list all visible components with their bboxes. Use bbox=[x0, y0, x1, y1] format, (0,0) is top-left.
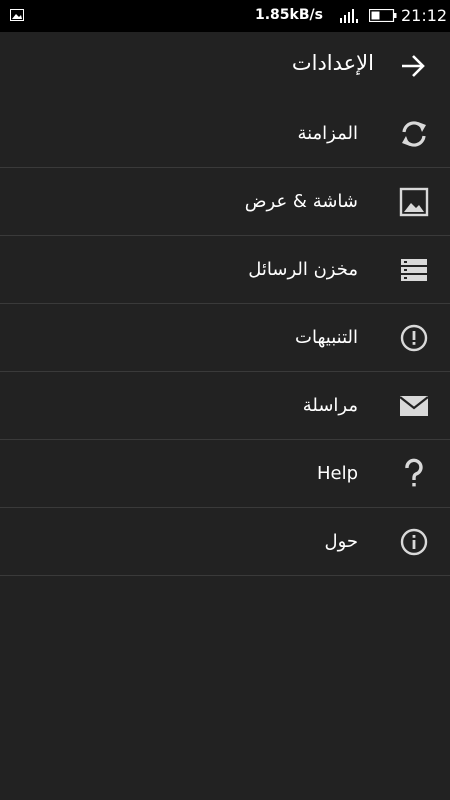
settings-item-sync[interactable]: المزامنة bbox=[0, 100, 450, 168]
network-speed: 1.85kB/s bbox=[255, 7, 323, 23]
sync-icon bbox=[396, 117, 432, 151]
settings-item-about[interactable]: حول bbox=[0, 508, 450, 576]
help-icon bbox=[396, 457, 432, 491]
settings-item-label: حول bbox=[324, 531, 358, 552]
clock: 21:12 bbox=[401, 6, 448, 25]
settings-item-display[interactable]: شاشة & عرض bbox=[0, 168, 450, 236]
mail-icon bbox=[396, 389, 432, 423]
status-bar: 1.85kB/s 21:12 bbox=[0, 0, 450, 32]
alert-icon bbox=[396, 321, 432, 355]
info-icon bbox=[396, 525, 432, 559]
storage-icon bbox=[396, 253, 432, 287]
settings-item-label: شاشة & عرض bbox=[244, 191, 358, 212]
settings-item-label: مخزن الرسائل bbox=[248, 259, 358, 280]
settings-item-notifications[interactable]: التنبيهات bbox=[0, 304, 450, 372]
image-icon bbox=[396, 185, 432, 219]
network-signal-icon bbox=[340, 9, 358, 23]
settings-list: المزامنة شاشة & عرض مخزن الرسائل التنبيه… bbox=[0, 100, 450, 576]
settings-item-message-storage[interactable]: مخزن الرسائل bbox=[0, 236, 450, 304]
page-title: الإعدادات bbox=[291, 51, 374, 75]
settings-item-label: مراسلة bbox=[302, 395, 358, 416]
app-bar: الإعدادات bbox=[0, 32, 450, 100]
battery-icon bbox=[369, 9, 397, 22]
settings-item-messaging[interactable]: مراسلة bbox=[0, 372, 450, 440]
settings-item-help[interactable]: Help bbox=[0, 440, 450, 508]
settings-item-label: التنبيهات bbox=[295, 327, 358, 348]
settings-item-label: Help bbox=[316, 463, 358, 484]
arrow-right-icon[interactable] bbox=[398, 53, 428, 79]
image-notification-icon bbox=[10, 9, 24, 21]
settings-item-label: المزامنة bbox=[297, 123, 358, 144]
